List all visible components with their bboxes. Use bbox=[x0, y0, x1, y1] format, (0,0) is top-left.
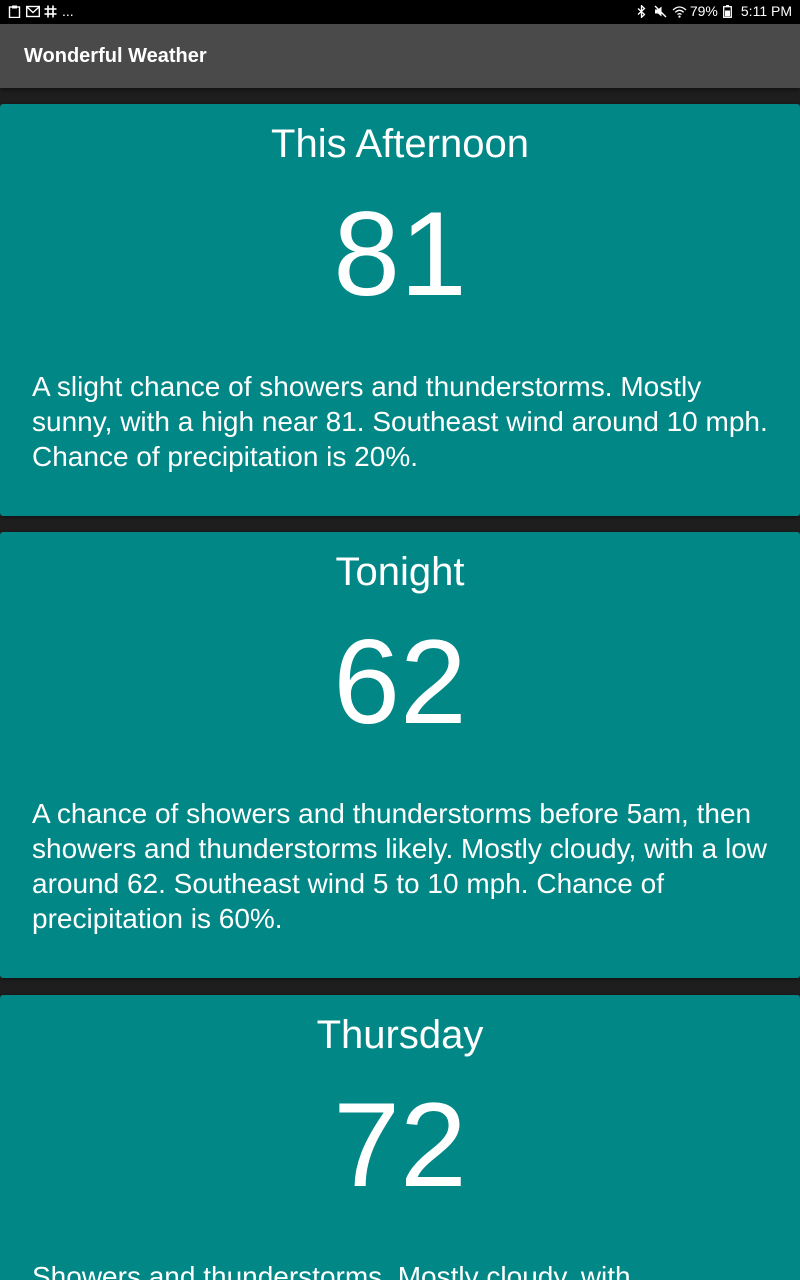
forecast-temperature: 62 bbox=[333, 615, 467, 749]
gmail-icon bbox=[26, 5, 40, 18]
app-bar: Wonderful Weather bbox=[0, 24, 800, 88]
clipboard-icon bbox=[8, 5, 21, 18]
forecast-card[interactable]: Thursday 72 Showers and thunderstorms. M… bbox=[0, 995, 800, 1280]
app-title: Wonderful Weather bbox=[24, 45, 207, 67]
forecast-card[interactable]: Tonight 62 A chance of showers and thund… bbox=[0, 532, 800, 978]
status-left-icons: ... bbox=[8, 3, 74, 19]
forecast-description: Showers and thunderstorms. Mostly cloudy… bbox=[32, 1261, 631, 1280]
wifi-icon bbox=[672, 5, 687, 18]
forecast-period: Tonight bbox=[335, 550, 465, 594]
bluetooth-icon bbox=[636, 4, 649, 18]
status-time: 5:11 PM bbox=[740, 3, 792, 19]
status-right-icons: 79% 5:11 PM bbox=[636, 3, 792, 19]
more-notifications-text: ... bbox=[62, 3, 74, 19]
status-bar: ... 79% 5:11 PM bbox=[0, 0, 800, 24]
forecast-period: This Afternoon bbox=[271, 122, 529, 166]
mute-icon bbox=[654, 5, 667, 18]
forecast-card[interactable]: This Afternoon 81 A slight chance of sho… bbox=[0, 104, 800, 516]
slack-icon bbox=[44, 5, 57, 18]
forecast-temperature: 72 bbox=[333, 1078, 467, 1212]
battery-percent: 79% bbox=[689, 3, 718, 19]
forecast-temperature: 81 bbox=[333, 187, 467, 321]
forecast-period: Thursday bbox=[316, 1013, 484, 1057]
forecast-description: A chance of showers and thunderstorms be… bbox=[32, 798, 768, 934]
battery-icon bbox=[722, 4, 736, 18]
forecast-description: A slight chance of showers and thunderst… bbox=[32, 371, 768, 472]
forecast-list[interactable]: This Afternoon 81 A slight chance of sho… bbox=[0, 88, 800, 1280]
